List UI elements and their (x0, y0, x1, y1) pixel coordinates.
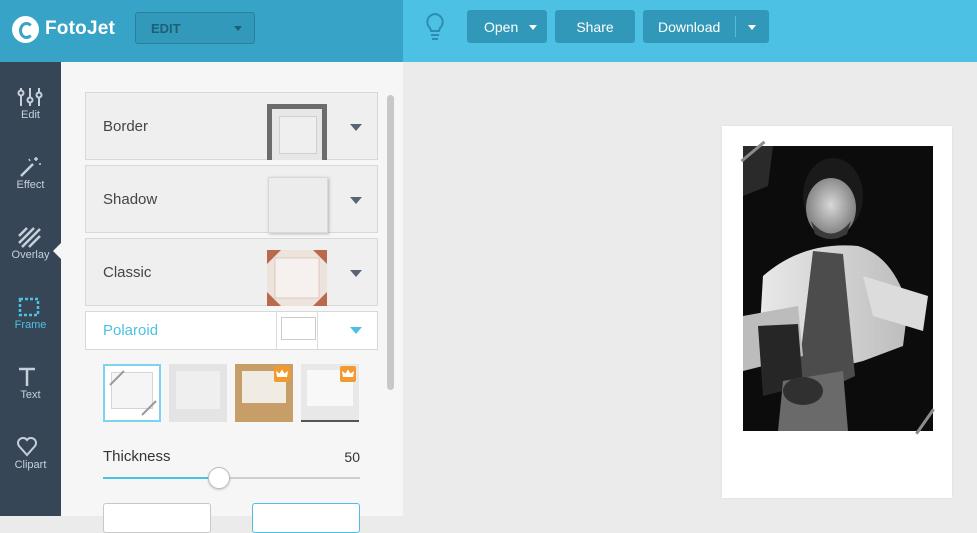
nav-item-edit[interactable]: Edit (0, 62, 61, 132)
chevron-down-icon (529, 25, 537, 30)
chevron-down-icon (234, 26, 242, 31)
polaroid-style-option[interactable] (103, 364, 161, 422)
chevron-up-icon (350, 327, 362, 334)
section-shadow-label: Shadow (103, 191, 158, 208)
section-polaroid[interactable]: Polaroid (85, 311, 378, 350)
thickness-slider-fill (103, 477, 219, 479)
heart-icon (17, 437, 37, 457)
frame-icon (18, 297, 40, 317)
tape-icon (109, 370, 157, 416)
section-border-label: Border (103, 118, 149, 135)
download-button-label: Download (658, 18, 721, 35)
app-name: FotoJet (45, 18, 116, 39)
nav-item-clipart[interactable]: Clipart (0, 412, 61, 482)
nav-label-frame: Frame (14, 319, 47, 331)
polaroid-style-option[interactable] (235, 364, 293, 422)
nav-label-text: Text (20, 389, 41, 401)
share-button-label: Share (576, 18, 614, 35)
cancel-button[interactable] (103, 503, 211, 533)
mode-dropdown[interactable]: EDIT (135, 12, 255, 44)
nav-item-text[interactable]: Text (0, 342, 61, 412)
sliders-icon (17, 88, 43, 106)
nav-label-edit: Edit (21, 109, 40, 121)
chevron-down-icon (350, 124, 362, 131)
chevron-down-icon (350, 270, 362, 277)
photo-image (743, 146, 933, 431)
share-button[interactable]: Share (555, 10, 635, 43)
hatch-icon (18, 227, 41, 248)
app-logo[interactable]: FotoJet (12, 14, 115, 44)
section-polaroid-label: Polaroid (103, 322, 159, 339)
mode-dropdown-value: EDIT (151, 21, 181, 36)
edited-photo[interactable] (743, 146, 933, 431)
polaroid-style-option[interactable] (301, 364, 359, 422)
nav-item-effect[interactable]: Effect (0, 132, 61, 202)
nav-label-effect: Effect (16, 179, 45, 191)
panel-scrollbar[interactable] (387, 95, 394, 390)
thickness-slider-handle[interactable] (207, 467, 230, 489)
open-button-label: Open (484, 18, 519, 35)
border-preview-thumbnail (267, 104, 327, 160)
download-options-chevron-icon[interactable] (748, 25, 756, 30)
nav-item-frame[interactable]: Frame (0, 272, 61, 342)
nav-label-clipart: Clipart (14, 459, 47, 471)
download-split-divider (735, 16, 736, 37)
left-nav: Edit Effect Overlay Frame Text Clipart (0, 62, 61, 516)
fotojet-logo-icon (12, 15, 39, 43)
thickness-label: Thickness (103, 448, 171, 465)
magic-wand-icon (20, 157, 41, 177)
top-bar: FotoJet EDIT Open Share Download (0, 0, 977, 62)
download-button[interactable]: Download (643, 10, 769, 43)
polaroid-style-option[interactable] (169, 364, 227, 422)
nav-label-overlay: Overlay (11, 249, 50, 261)
section-classic-label: Classic (103, 264, 152, 281)
section-shadow[interactable]: Shadow (85, 165, 378, 233)
thickness-slider-track[interactable] (103, 477, 360, 479)
section-classic[interactable]: Classic (85, 238, 378, 306)
polaroid-preview-thumbnail (276, 312, 318, 349)
top-bar-left: FotoJet EDIT (0, 0, 403, 62)
crown-icon (340, 366, 356, 382)
chevron-down-icon (350, 197, 362, 204)
open-button[interactable]: Open (467, 10, 547, 43)
lightbulb-icon[interactable] (424, 12, 446, 42)
crown-icon (274, 366, 290, 382)
text-icon (19, 367, 35, 386)
thickness-value: 50 (344, 449, 360, 465)
section-border[interactable]: Border (85, 92, 378, 160)
apply-button[interactable] (252, 503, 360, 533)
polaroid-style-preview (176, 371, 220, 409)
shadow-preview-thumbnail (268, 177, 328, 233)
classic-preview-thumbnail (267, 250, 327, 306)
active-nav-pointer (53, 243, 61, 259)
nav-item-overlay[interactable]: Overlay (0, 202, 61, 272)
